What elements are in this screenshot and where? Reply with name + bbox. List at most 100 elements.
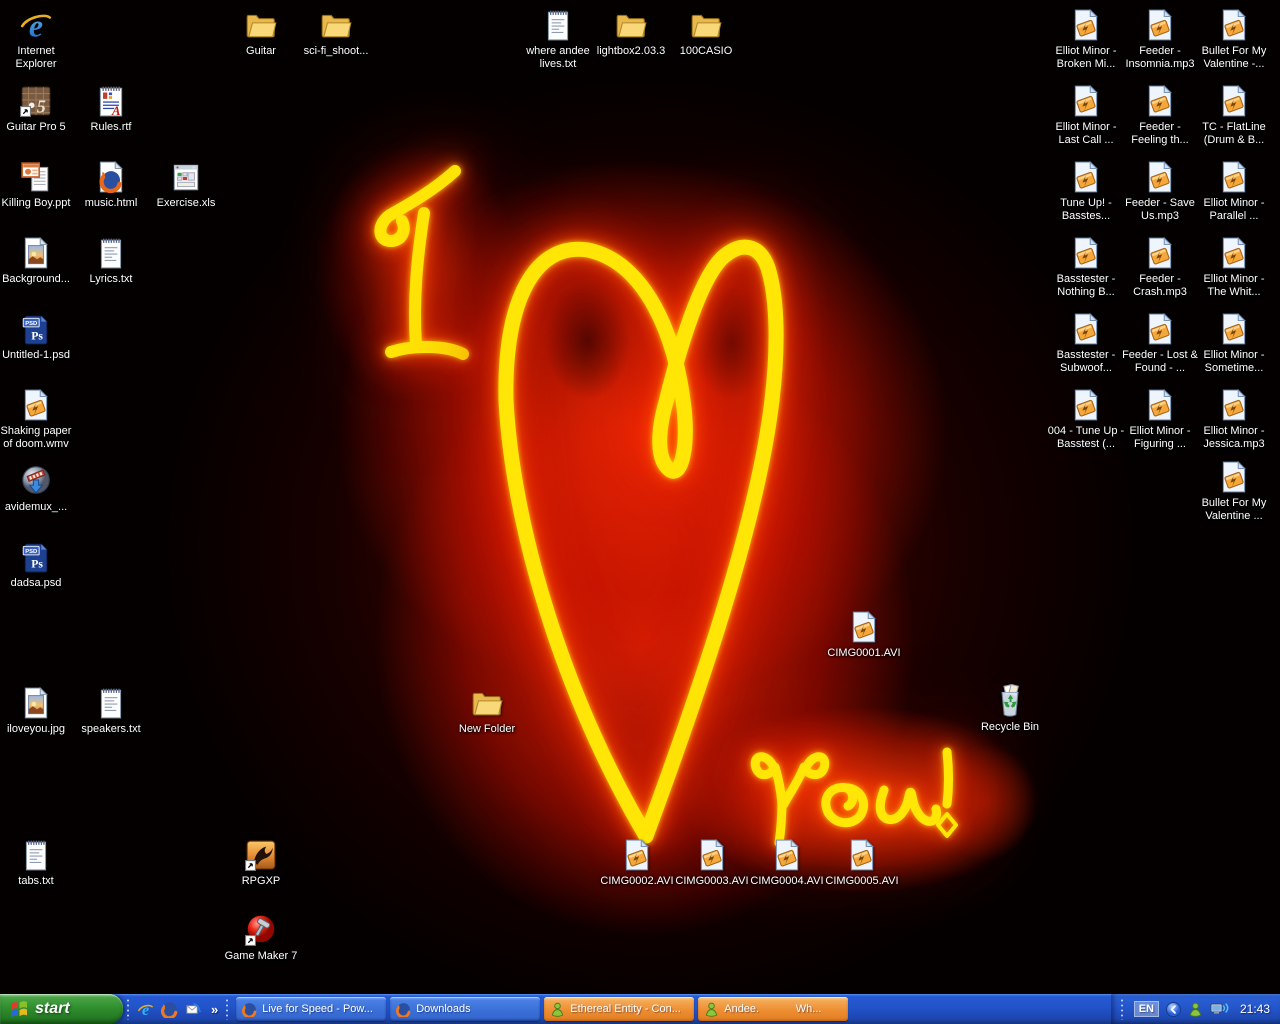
task-button-live-for-speed[interactable]: Live for Speed - Pow... [236,997,387,1021]
notepad-icon [19,838,53,872]
desktop-icon-feeder-lost-found[interactable]: Feeder - Lost & Found - ... [1120,312,1200,375]
desktop-icon-cimg0002-avi[interactable]: CIMG0002.AVI [597,838,677,888]
desktop-icon-feeder-crash[interactable]: Feeder - Crash.mp3 [1120,236,1200,299]
desktop-icon-speakers-txt[interactable]: speakers.txt [71,686,151,736]
icon-label: 100CASIO [679,45,733,57]
desktop-icon-elliot-the-whit[interactable]: Elliot Minor - The Whit... [1194,236,1274,299]
svg-text:5: 5 [37,97,46,117]
desktop-icon-tune-up-basstes[interactable]: Tune Up! - Basstes... [1046,160,1126,223]
desktop-icon-exercise-xls[interactable]: Exercise.xls [146,160,226,210]
desktop-icon-guitar-pro-5[interactable]: 5 Guitar Pro 5 [0,84,76,134]
icon-label: Internet Explorer [15,45,57,70]
desktop-icon-elliot-broken[interactable]: Elliot Minor - Broken Mi... [1046,8,1126,71]
folder-icon [614,8,648,42]
desktop-icon-bullet-valentine-1[interactable]: Bullet For My Valentine -... [1194,8,1274,71]
desktop-icon-music-html[interactable]: music.html [71,160,151,210]
desktop-icon-game-maker-7[interactable]: Game Maker 7 [221,913,301,963]
desktop-icon-elliot-sometime[interactable]: Elliot Minor - Sometime... [1194,312,1274,375]
icon-label: Recycle Bin [980,721,1040,733]
desktop-icon-untitled-1-psd[interactable]: PSD Ps Untitled-1.psd [0,312,76,362]
icon-label: TC - FlatLine (Drum & B... [1202,121,1266,146]
desktop-icon-bullet-valentine-2[interactable]: Bullet For My Valentine ... [1194,460,1274,523]
mediapage-icon [1069,312,1103,346]
task-button-andee[interactable]: Andee. Wh... [698,997,849,1021]
desktop-icon-elliot-figuring[interactable]: Elliot Minor - Figuring ... [1120,388,1200,451]
folder-icon [470,686,504,720]
desktop-icon-sci-fi-folder[interactable]: sci-fi_shoot... [296,8,376,58]
mediapage-icon [847,610,881,644]
desktop-icon-basstester-subwoof[interactable]: Basstester - Subwoof... [1046,312,1126,375]
hide-icons-chevron[interactable] [1165,1001,1181,1017]
icon-label: Elliot Minor - The Whit... [1203,273,1265,298]
task-button-ethereal-entity[interactable]: Ethereal Entity - Con... [544,997,695,1021]
icon-label: Elliot Minor - Parallel ... [1203,197,1265,222]
desktop-icon-killing-boy-ppt[interactable]: Killing Boy.ppt [0,160,76,210]
desktop-icon-shaking-paper-wmv[interactable]: Shaking paper of doom.wmv [0,388,76,451]
desktop-icon-cimg0003-avi[interactable]: CIMG0003.AVI [672,838,752,888]
desktop-icon-rules-rtf[interactable]: A Rules.rtf [71,84,151,134]
task-button-downloads[interactable]: Downloads [390,997,541,1021]
desktop-icon-rpgxp[interactable]: RPGXP [221,838,301,888]
mediapage-icon [1143,8,1177,42]
desktop-icon-basstester-nothing[interactable]: Basstester - Nothing B... [1046,236,1126,299]
firefox-icon[interactable] [161,1001,178,1019]
mediapage-icon [1143,236,1177,270]
taskbar[interactable]: start e » Live for Speed - Pow... Downlo… [0,994,1280,1024]
icon-label: CIMG0003.AVI [675,875,749,887]
desktop-icon-dadsa-psd[interactable]: PSD Ps dadsa.psd [0,540,76,590]
start-button-label: start [35,1000,70,1017]
language-indicator[interactable]: EN [1133,1001,1159,1017]
icon-label: iloveyou.jpg [6,723,66,735]
desktop-icon-tabs-txt[interactable]: tabs.txt [0,838,76,888]
desktop-icon-cimg0004-avi[interactable]: CIMG0004.AVI [747,838,827,888]
mediapage-icon [1069,236,1103,270]
mediapage-icon [1069,388,1103,422]
desktop[interactable]: e Internet Explorer 5 Guitar Pro 5 A Rul… [0,0,1280,994]
desktop-icon-elliot-last-call[interactable]: Elliot Minor - Last Call ... [1046,84,1126,147]
outlook-express-icon[interactable] [185,1001,202,1018]
desktop-icon-recycle-bin[interactable]: Recycle Bin [970,683,1050,734]
xls-icon [169,160,203,194]
desktop-icon-feeder-save-us[interactable]: Feeder - Save Us.mp3 [1120,160,1200,223]
desktop-icon-cimg0001-avi[interactable]: CIMG0001.AVI [824,610,904,660]
mediapage-icon [770,838,804,872]
internet-explorer-icon[interactable]: e [137,1001,154,1019]
desktop-icon-feeder-feeling[interactable]: Feeder - Feeling th... [1120,84,1200,147]
desktop-icon-cimg0005-avi[interactable]: CIMG0005.AVI [822,838,902,888]
icon-label: Guitar Pro 5 [6,121,66,133]
desktop-icon-background-file[interactable]: Background... [0,236,76,286]
msn-messenger-icon[interactable] [1188,1002,1203,1017]
icon-label: CIMG0002.AVI [600,875,674,887]
mediapage-icon [1143,388,1177,422]
image-icon [19,236,53,270]
desktop-icon-tune-up-004[interactable]: 004 - Tune Up - Basstest (... [1046,388,1126,451]
desktop-icon-100casio-folder[interactable]: 100CASIO [666,8,746,58]
msn-icon [704,1002,719,1017]
desktop-icon-iloveyou-jpg[interactable]: iloveyou.jpg [0,686,76,736]
desktop-icon-lightbox-folder[interactable]: lightbox2.03.3 [591,8,671,58]
desktop-icon-internet-explorer[interactable]: e Internet Explorer [0,8,76,71]
desktop-icon-new-folder[interactable]: New Folder [447,686,527,736]
tray-drag-handle[interactable] [1119,998,1124,1020]
network-display-icon[interactable] [1210,1001,1230,1017]
clock[interactable]: 21:43 [1240,1002,1270,1016]
quick-launch-overflow-chevron[interactable]: » [211,1002,218,1017]
desktop-icon-tc-flatline[interactable]: TC - FlatLine (Drum & B... [1194,84,1274,147]
icon-label: avidemux_... [4,501,68,513]
toolbar-drag-handle[interactable] [225,998,230,1020]
folder-icon [689,8,723,42]
desktop-icon-elliot-parallel[interactable]: Elliot Minor - Parallel ... [1194,160,1274,223]
ie-icon: e [19,8,53,44]
desktop-icon-guitar-folder[interactable]: Guitar [221,8,301,58]
start-button[interactable]: start [0,994,123,1024]
desktop-icon-elliot-jessica[interactable]: Elliot Minor - Jessica.mp3 [1194,388,1274,451]
toolbar-drag-handle[interactable] [126,998,130,1020]
desktop-icon-avidemux[interactable]: avidemux_... [0,464,76,514]
mediapage-icon [1143,160,1177,194]
desktop-icon-lyrics-txt[interactable]: Lyrics.txt [71,236,151,286]
desktop-icon-feeder-insomnia[interactable]: Feeder - Insomnia.mp3 [1120,8,1200,71]
svg-text:Ps: Ps [31,558,43,571]
icon-label: Elliot Minor - Broken Mi... [1055,45,1117,70]
svg-text:e: e [29,9,43,42]
desktop-icon-where-andee-txt[interactable]: where andee lives.txt [518,8,598,71]
